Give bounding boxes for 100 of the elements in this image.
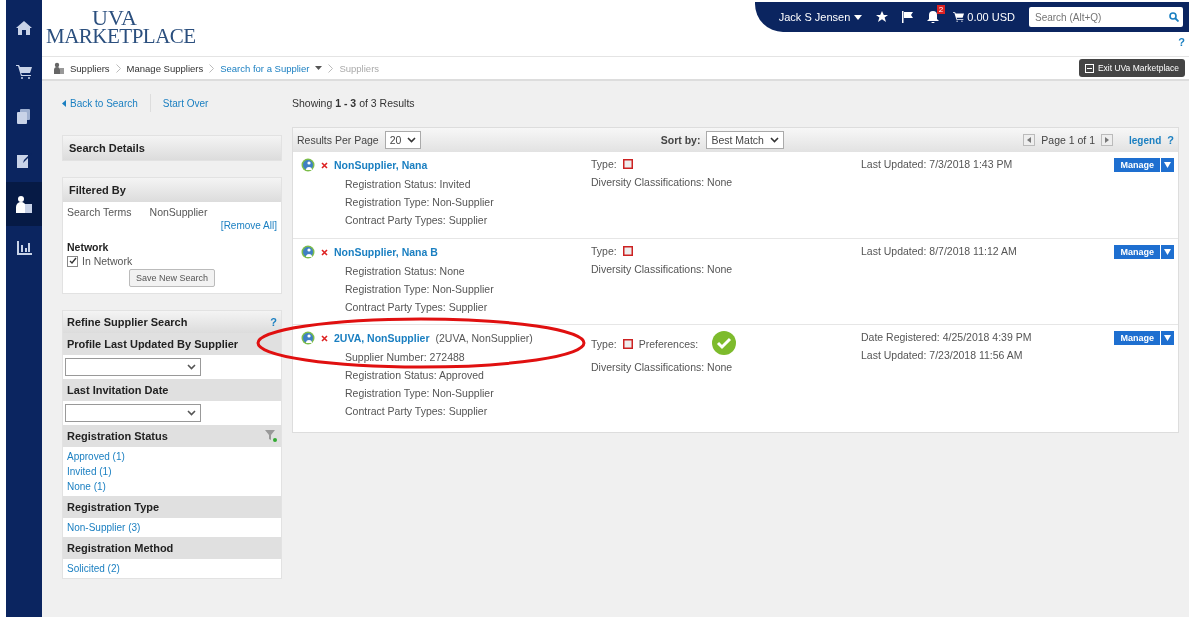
cart-total[interactable]: 0.00 USD	[953, 11, 1015, 23]
exit-button[interactable]: Exit UVa Marketplace	[1078, 59, 1185, 77]
chevron-icon	[115, 63, 121, 73]
logo-text: MARKETPLACE	[46, 27, 196, 46]
chart-icon	[16, 241, 32, 255]
prev-page-button[interactable]	[1023, 134, 1036, 146]
people-icon	[54, 62, 64, 74]
page-indicator: Page 1 of 1	[1041, 134, 1095, 146]
supplier-detail: Registration Type: Non-Supplier	[345, 283, 495, 295]
type-label: Type:	[591, 338, 617, 350]
supplier-name-link[interactable]: NonSupplier, Nana	[334, 159, 428, 171]
supplier-detail: Supplier Number: 272488	[345, 351, 466, 363]
people-icon	[16, 195, 32, 213]
remove-icon[interactable]	[321, 248, 328, 256]
caret-icon	[854, 14, 863, 20]
checkbox[interactable]	[67, 255, 78, 267]
chevron-icon	[209, 63, 215, 73]
diversity-text: Diversity Classifications: None	[591, 263, 734, 275]
chevron-left-icon[interactable]	[62, 99, 66, 107]
flag-icon[interactable]	[902, 11, 914, 23]
search-icon[interactable]	[1169, 12, 1179, 22]
supplier-name-link[interactable]: NonSupplier, Nana B	[334, 246, 438, 258]
cart-icon	[16, 65, 32, 79]
save-search-button[interactable]: Save New Search	[128, 269, 215, 287]
back-link[interactable]: Back to Search	[70, 97, 138, 109]
supplier-detail: Registration Type: Non-Supplier	[345, 387, 495, 399]
chevron-right-icon	[1105, 137, 1109, 143]
section-title: Last Invitation Date	[67, 384, 169, 396]
help-link[interactable]: ?	[270, 316, 277, 328]
legend-link[interactable]: legend	[1129, 134, 1162, 146]
supplier-detail: Contract Party Types: Supplier	[345, 214, 489, 226]
diversity-text: Diversity Classifications: None	[591, 361, 734, 373]
search-field[interactable]: Search (Alt+Q)	[1029, 7, 1183, 27]
per-page-dropdown[interactable]: 20	[384, 131, 422, 149]
type-label: Type:	[591, 245, 617, 257]
supplier-name-link[interactable]: 2UVA, NonSupplier	[334, 332, 430, 344]
supplier-detail: Registration Status: Approved	[345, 369, 485, 381]
breadcrumb-item[interactable]: Manage Suppliers	[126, 62, 204, 74]
panel-title: Search Details	[63, 136, 281, 160]
manage-button[interactable]: Manage	[1114, 158, 1160, 172]
date-text: Date Registered: 4/25/2018 4:39 PM	[861, 331, 1033, 343]
results-summary: Showing 1 - 3 of 3 Results	[292, 97, 415, 109]
manage-button[interactable]: Manage	[1114, 331, 1160, 345]
help-link[interactable]: ?	[1178, 36, 1185, 48]
network-label: Network	[67, 241, 110, 253]
date-text: Last Updated: 7/23/2018 11:56 AM	[861, 349, 1024, 361]
filter-link[interactable]: Solicited (2)	[67, 563, 277, 574]
type-icon	[622, 339, 633, 349]
help-link[interactable]: ?	[1167, 134, 1174, 146]
bell-icon[interactable]	[927, 11, 940, 23]
manage-menu-button[interactable]	[1160, 158, 1174, 172]
checkbox-label: In Network	[82, 255, 133, 267]
filter-link[interactable]: Invited (1)	[67, 466, 277, 477]
remove-icon[interactable]	[321, 161, 328, 169]
caret-icon	[1164, 249, 1171, 255]
next-page-button[interactable]	[1101, 134, 1113, 146]
check-circle-icon	[712, 331, 737, 355]
documents-icon	[17, 108, 31, 124]
manage-menu-button[interactable]	[1160, 331, 1174, 345]
notification-badge: 2	[936, 5, 946, 14]
filter-value: NonSupplier	[149, 206, 208, 218]
caret-icon	[1164, 335, 1171, 341]
caret-icon	[187, 364, 196, 370]
user-menu[interactable]: Jack S Jensen	[778, 11, 863, 23]
manage-button[interactable]: Manage	[1114, 245, 1160, 259]
remove-all-link[interactable]: [Remove All]	[220, 220, 277, 231]
exit-icon	[1084, 63, 1094, 73]
manage-menu-button[interactable]	[1160, 245, 1174, 259]
filter-label: Search Terms	[67, 206, 132, 218]
cart-icon	[953, 12, 965, 22]
start-over-link[interactable]: Start Over	[162, 97, 209, 109]
chevron-icon	[328, 63, 334, 73]
date-text: Last Updated: 8/7/2018 11:12 AM	[861, 245, 1018, 257]
per-page-label: Results Per Page	[297, 134, 379, 146]
supplier-detail: Registration Status: Invited	[345, 178, 472, 190]
remove-icon[interactable]	[321, 334, 328, 342]
filter-link[interactable]: Approved (1)	[67, 451, 277, 462]
supplier-detail: Registration Status: None	[345, 265, 466, 277]
filter-link[interactable]: None (1)	[67, 481, 277, 492]
section-title: Registration Type	[67, 501, 160, 513]
caret-icon[interactable]	[315, 66, 323, 70]
breadcrumb-item[interactable]: Search for a Supplier	[220, 62, 310, 74]
preferences-label: Preferences:	[638, 338, 699, 350]
date-text: Last Updated: 7/3/2018 1:43 PM	[861, 158, 1014, 170]
type-label: Type:	[591, 158, 617, 170]
breadcrumb-item[interactable]: Suppliers	[70, 62, 110, 74]
filter-dropdown[interactable]	[65, 358, 201, 376]
sort-dropdown[interactable]: Best Match	[706, 131, 784, 149]
caret-icon	[187, 410, 196, 416]
filter-link[interactable]: Non-Supplier (3)	[67, 522, 277, 533]
diversity-text: Diversity Classifications: None	[591, 176, 734, 188]
supplier-alias: (2UVA, NonSupplier)	[435, 332, 533, 344]
type-icon	[622, 246, 633, 256]
filter-dropdown[interactable]	[65, 404, 201, 422]
sort-label: Sort by:	[660, 134, 701, 146]
supplier-detail: Contract Party Types: Supplier	[345, 301, 489, 313]
section-title: Profile Last Updated By Supplier	[67, 338, 239, 350]
star-icon[interactable]	[876, 11, 889, 23]
chevron-left-icon	[1027, 137, 1032, 143]
logo-text: UVA	[92, 8, 137, 27]
